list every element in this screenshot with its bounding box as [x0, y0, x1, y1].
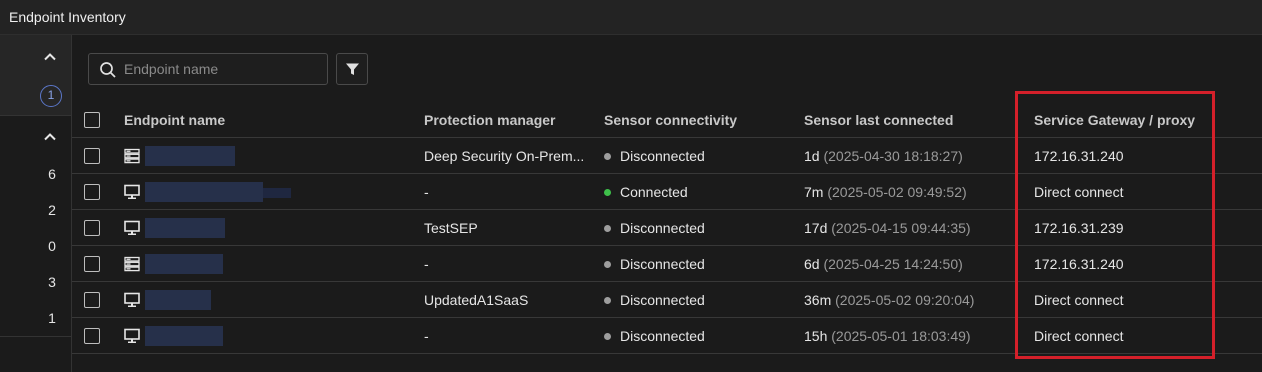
- rail-count: 0: [48, 238, 56, 254]
- sensor-last-connected: 15h (2025-05-01 18:03:49): [804, 318, 1024, 354]
- status-dot: [604, 260, 611, 268]
- sensor-last-connected: 7m (2025-05-02 09:49:52): [804, 174, 1024, 210]
- filter-icon: [346, 63, 359, 75]
- redacted-endpoint-name[interactable]: [145, 146, 235, 166]
- search-input[interactable]: [124, 59, 319, 79]
- count-badge: 1: [40, 85, 62, 107]
- search-icon: [99, 61, 117, 79]
- desktop-icon: [124, 292, 140, 308]
- status-text: Connected: [620, 184, 688, 200]
- server-icon: [124, 256, 140, 272]
- sensor-last-connected: 17d (2025-04-15 09:44:35): [804, 210, 1024, 246]
- column-header[interactable]: Sensor last connected: [804, 102, 1024, 138]
- redacted-endpoint-name[interactable]: [145, 218, 225, 238]
- row-checkbox[interactable]: [84, 148, 100, 164]
- sensor-connectivity: Connected: [604, 174, 784, 210]
- redacted-endpoint-name[interactable]: [145, 182, 263, 202]
- filter-button[interactable]: [336, 53, 368, 85]
- search-box[interactable]: [88, 53, 328, 85]
- row-checkbox[interactable]: [84, 256, 100, 272]
- status-dot: [604, 296, 611, 304]
- protection-manager: UpdatedA1SaaS: [424, 292, 529, 308]
- server-icon: [124, 148, 140, 164]
- rail-count: 6: [48, 166, 56, 182]
- row-checkbox[interactable]: [84, 292, 100, 308]
- last-connected-relative: 15h: [804, 328, 828, 344]
- status-text: Disconnected: [620, 256, 705, 272]
- row-checkbox[interactable]: [84, 184, 100, 200]
- column-header[interactable]: Sensor connectivity: [604, 102, 784, 138]
- last-connected-relative: 1d: [804, 148, 820, 164]
- last-connected-relative: 6d: [804, 256, 820, 272]
- sensor-connectivity: Disconnected: [604, 210, 784, 246]
- status-dot: [604, 152, 611, 160]
- status-text: Disconnected: [620, 328, 705, 344]
- last-connected-timestamp: (2025-05-01 18:03:49): [831, 328, 971, 344]
- status-text: Disconnected: [620, 148, 705, 164]
- sensor-connectivity: Disconnected: [604, 138, 784, 174]
- left-rail: 1 6 2 0 3 1: [0, 35, 72, 372]
- last-connected-timestamp: (2025-05-02 09:49:52): [827, 184, 967, 200]
- column-header[interactable]: Protection manager: [424, 102, 584, 138]
- status-text: Disconnected: [620, 220, 705, 236]
- title-bar: Endpoint Inventory: [0, 0, 1262, 35]
- last-connected-timestamp: (2025-05-02 09:20:04): [835, 292, 975, 308]
- status-dot: [604, 188, 611, 196]
- sensor-last-connected: 6d (2025-04-25 14:24:50): [804, 246, 1024, 282]
- protection-manager: TestSEP: [424, 220, 478, 236]
- last-connected-relative: 7m: [804, 184, 824, 200]
- window-title: Endpoint Inventory: [9, 9, 126, 25]
- chevron-up-icon[interactable]: [42, 49, 58, 65]
- sensor-last-connected: 36m (2025-05-02 09:20:04): [804, 282, 1024, 318]
- sensor-connectivity: Disconnected: [604, 282, 784, 318]
- sensor-last-connected: 1d (2025-04-30 18:18:27): [804, 138, 1024, 174]
- rail-count: 1: [48, 310, 56, 326]
- highlight-box: [1015, 91, 1215, 359]
- last-connected-timestamp: (2025-04-15 09:44:35): [831, 220, 971, 236]
- desktop-icon: [124, 328, 140, 344]
- last-connected-relative: 36m: [804, 292, 832, 308]
- row-checkbox[interactable]: [84, 220, 100, 236]
- desktop-icon: [124, 220, 140, 236]
- redacted-endpoint-name: [263, 188, 291, 198]
- status-text: Disconnected: [620, 292, 705, 308]
- select-all-checkbox[interactable]: [84, 112, 100, 128]
- last-connected-timestamp: (2025-04-25 14:24:50): [823, 256, 963, 272]
- column-header[interactable]: Endpoint name: [124, 102, 414, 138]
- last-connected-relative: 17d: [804, 220, 828, 236]
- rail-top-panel: 1: [0, 35, 71, 116]
- protection-manager: -: [424, 328, 429, 344]
- protection-manager: -: [424, 184, 429, 200]
- divider: [0, 336, 71, 337]
- status-dot: [604, 332, 611, 340]
- rail-count: 3: [48, 274, 56, 290]
- desktop-icon: [124, 184, 140, 200]
- protection-manager: Deep Security On-Prem...: [424, 148, 584, 164]
- rail-count: 2: [48, 202, 56, 218]
- redacted-endpoint-name[interactable]: [145, 254, 223, 274]
- sensor-connectivity: Disconnected: [604, 318, 784, 354]
- chevron-up-icon[interactable]: [42, 129, 58, 145]
- status-dot: [604, 224, 611, 232]
- redacted-endpoint-name[interactable]: [145, 290, 211, 310]
- last-connected-timestamp: (2025-04-30 18:18:27): [823, 148, 963, 164]
- row-checkbox[interactable]: [84, 328, 100, 344]
- sensor-connectivity: Disconnected: [604, 246, 784, 282]
- redacted-endpoint-name[interactable]: [145, 326, 223, 346]
- protection-manager: -: [424, 256, 429, 272]
